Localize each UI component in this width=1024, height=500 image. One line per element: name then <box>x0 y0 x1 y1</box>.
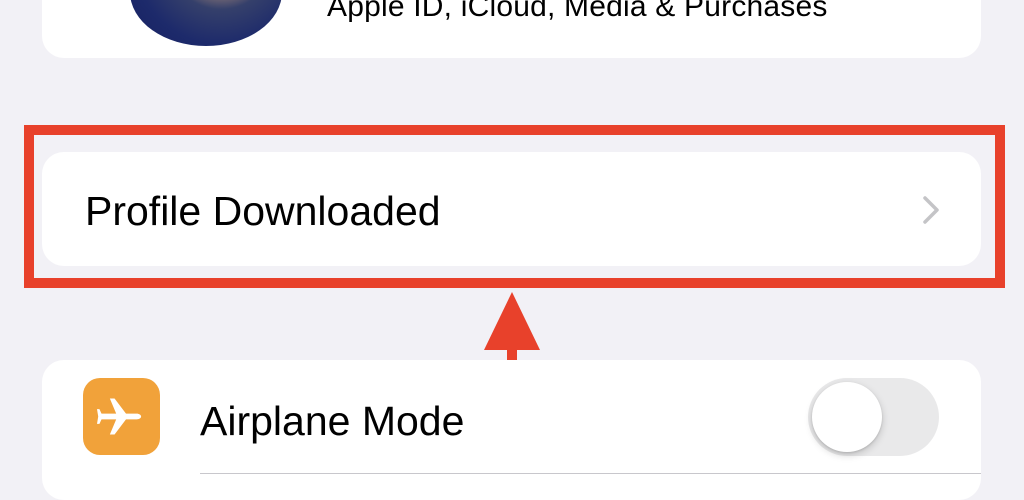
apple-id-card[interactable]: Apple ID, iCloud, Media & Purchases <box>42 0 981 58</box>
toggle-knob <box>812 382 882 452</box>
apple-id-subtitle: Apple ID, iCloud, Media & Purchases <box>327 0 828 23</box>
airplane-mode-toggle[interactable] <box>808 378 939 456</box>
settings-group: Airplane Mode <box>42 360 981 500</box>
airplane-mode-label: Airplane Mode <box>200 398 465 444</box>
avatar <box>130 0 282 46</box>
airplane-icon <box>83 378 160 455</box>
highlight-frame <box>24 125 1005 288</box>
row-divider <box>200 473 981 474</box>
